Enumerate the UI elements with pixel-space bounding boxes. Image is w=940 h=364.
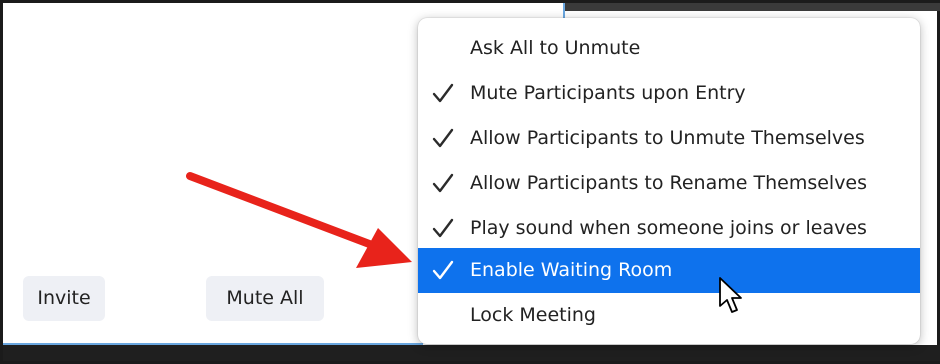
menu-item-label: Ask All to Unmute (470, 37, 641, 59)
menu-item-allow-unmute-themselves[interactable]: Allow Participants to Unmute Themselves (418, 116, 920, 161)
menu-item-lock-meeting[interactable]: Lock Meeting (418, 293, 920, 338)
checkmark-icon (432, 218, 454, 238)
menu-item-label: Lock Meeting (470, 304, 596, 326)
checkmark-icon (432, 173, 454, 193)
menu-item-ask-all-to-unmute[interactable]: Ask All to Unmute (418, 26, 920, 71)
menu-item-play-sound[interactable]: Play sound when someone joins or leaves (418, 206, 920, 251)
menu-item-mute-participants-upon-entry[interactable]: Mute Participants upon Entry (418, 71, 920, 116)
menu-item-allow-rename-themselves[interactable]: Allow Participants to Rename Themselves (418, 161, 920, 206)
menu-item-enable-waiting-room[interactable]: Enable Waiting Room (418, 248, 920, 293)
mouse-cursor-icon (719, 277, 742, 313)
bottom-strip (3, 345, 940, 361)
checkmark-icon (432, 260, 454, 280)
mute-all-button[interactable]: Mute All (206, 276, 324, 321)
menu-item-label: Allow Participants to Rename Themselves (470, 172, 868, 194)
checkmark-icon (432, 128, 454, 148)
more-options-menu: Ask All to Unmute Mute Participants upon… (418, 18, 920, 344)
menu-item-label: Allow Participants to Unmute Themselves (470, 127, 865, 149)
menu-item-label: Play sound when someone joins or leaves (470, 217, 867, 239)
invite-button[interactable]: Invite (23, 276, 105, 321)
checkmark-icon (432, 83, 454, 103)
menu-item-label: Enable Waiting Room (470, 259, 673, 281)
background-window-strip (563, 3, 940, 11)
menu-item-label: Mute Participants upon Entry (470, 82, 746, 104)
